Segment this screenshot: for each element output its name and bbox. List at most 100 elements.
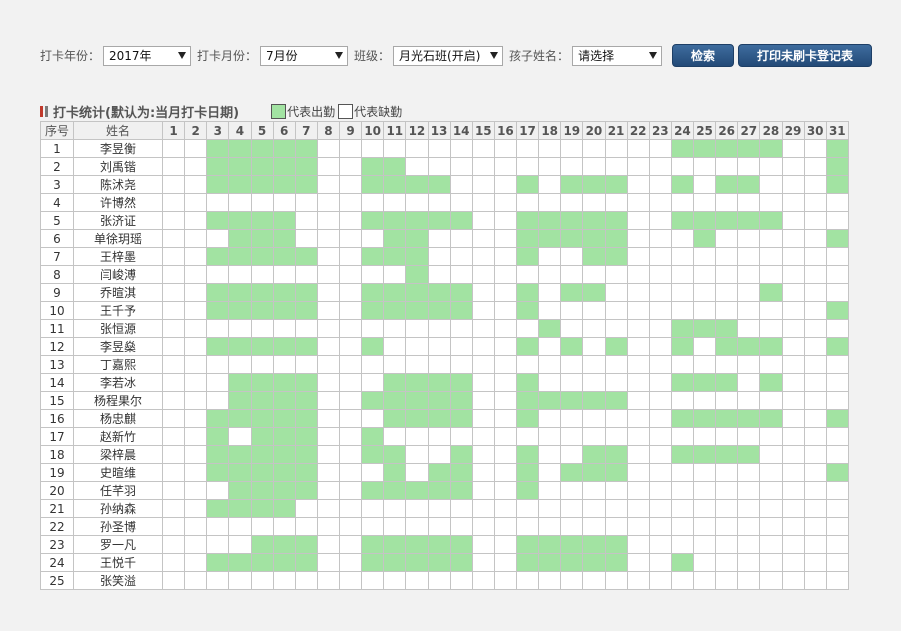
attendance-cell-present: [228, 229, 252, 248]
attendance-cell-absent: [515, 355, 540, 374]
attendance-cell-absent: [781, 553, 805, 572]
attendance-cell-absent: [648, 139, 672, 158]
attendance-cell-absent: [161, 391, 186, 410]
attendance-cell-present: [250, 499, 274, 518]
day-header: 29: [781, 121, 805, 140]
attendance-cell-absent: [582, 355, 606, 374]
attendance-cell-present: [272, 373, 296, 392]
attendance-cell-absent: [737, 571, 761, 590]
table-row: 15 杨程果尔: [40, 391, 849, 410]
attendance-cell-absent: [471, 463, 495, 482]
attendance-cell-absent: [471, 373, 495, 392]
attendance-cell-absent: [715, 229, 739, 248]
attendance-cell-present: [228, 409, 252, 428]
child-select[interactable]: 请选择: [572, 45, 663, 66]
attendance-cell-present: [715, 409, 739, 428]
attendance-cell-absent: [560, 481, 584, 500]
attendance-cell-present: [294, 445, 318, 464]
print-unswiped-button[interactable]: 打印未刷卡登记表: [738, 44, 873, 67]
class-label: 班级：: [354, 49, 391, 63]
row-index: 14: [40, 373, 74, 392]
attendance-cell-absent: [538, 463, 562, 482]
attendance-cell-absent: [538, 499, 562, 518]
attendance-cell-present: [250, 535, 274, 554]
attendance-cell-absent: [692, 391, 717, 410]
attendance-cell-present: [294, 553, 318, 572]
attendance-cell-present: [449, 301, 473, 320]
attendance-cell-absent: [582, 571, 606, 590]
attendance-cell-present: [361, 553, 385, 572]
attendance-cell-absent: [538, 373, 562, 392]
attendance-cell-present: [604, 229, 628, 248]
attendance-cell-absent: [338, 175, 363, 194]
attendance-cell-present: [449, 535, 473, 554]
attendance-cell-absent: [759, 265, 783, 284]
day-header: 7: [294, 121, 318, 140]
attendance-cell-present: [670, 337, 695, 356]
attendance-table: 序号 姓名 1 2 3 4 5 6 7 8 9 10 11 12 13 14 15 16 17 18 19 20 21 2…: [40, 121, 849, 590]
attendance-cell-absent: [781, 247, 805, 266]
attendance-cell-absent: [471, 517, 495, 536]
child-name: 杨程果尔: [73, 391, 163, 410]
attendance-cell-present: [737, 211, 761, 230]
attendance-cell-absent: [781, 175, 805, 194]
attendance-cell-present: [538, 391, 562, 410]
attendance-cell-absent: [670, 499, 695, 518]
child-name: 孙纳森: [73, 499, 163, 518]
attendance-cell-absent: [316, 373, 341, 392]
attendance-cell-present: [538, 211, 562, 230]
attendance-cell-absent: [405, 517, 429, 536]
attendance-cell-absent: [648, 157, 672, 176]
attendance-cell-absent: [538, 337, 562, 356]
table-row: 21 孙纳森: [40, 499, 849, 518]
attendance-cell-absent: [582, 193, 606, 212]
search-button[interactable]: 检索: [672, 44, 735, 67]
attendance-cell-absent: [626, 571, 650, 590]
attendance-cell-absent: [538, 571, 562, 590]
class-select[interactable]: 月光石班(开启): [393, 45, 504, 66]
table-row: 12 李昱燊: [40, 337, 849, 356]
attendance-cell-absent: [427, 355, 451, 374]
attendance-cell-present: [383, 409, 407, 428]
attendance-cell-absent: [161, 463, 186, 482]
attendance-cell-absent: [316, 229, 341, 248]
attendance-cell-absent: [803, 535, 827, 554]
attendance-cell-absent: [737, 157, 761, 176]
attendance-cell-absent: [692, 481, 717, 500]
attendance-cell-absent: [560, 247, 584, 266]
month-select[interactable]: 7月份: [260, 45, 349, 66]
attendance-cell-present: [272, 409, 296, 428]
attendance-cell-absent: [405, 319, 429, 338]
attendance-cell-absent: [670, 481, 695, 500]
attendance-cell-absent: [338, 553, 363, 572]
attendance-cell-absent: [184, 211, 208, 230]
attendance-cell-present: [515, 391, 540, 410]
attendance-cell-absent: [560, 157, 584, 176]
attendance-cell-absent: [604, 193, 628, 212]
attendance-cell-absent: [206, 391, 230, 410]
attendance-cell-present: [582, 553, 606, 572]
attendance-cell-absent: [715, 499, 739, 518]
attendance-cell-absent: [715, 391, 739, 410]
attendance-cell-absent: [648, 427, 672, 446]
attendance-cell-present: [515, 463, 540, 482]
day-header: 17: [515, 121, 540, 140]
attendance-cell-present: [361, 445, 385, 464]
attendance-cell-present: [228, 175, 252, 194]
attendance-cell-absent: [582, 319, 606, 338]
attendance-cell-absent: [692, 355, 717, 374]
attendance-cell-absent: [338, 337, 363, 356]
attendance-cell-absent: [825, 427, 849, 446]
attendance-cell-absent: [825, 571, 849, 590]
attendance-cell-absent: [648, 301, 672, 320]
attendance-cell-present: [250, 409, 274, 428]
attendance-cell-absent: [493, 247, 518, 266]
attendance-cell-absent: [161, 427, 186, 446]
attendance-cell-absent: [250, 319, 274, 338]
attendance-cell-absent: [604, 139, 628, 158]
attendance-cell-absent: [781, 139, 805, 158]
year-select[interactable]: 2017年: [103, 45, 192, 66]
attendance-cell-absent: [538, 265, 562, 284]
attendance-cell-present: [361, 391, 385, 410]
attendance-cell-present: [272, 499, 296, 518]
